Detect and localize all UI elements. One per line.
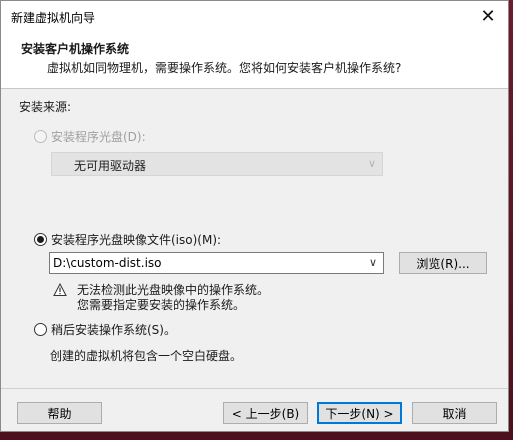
radio-install-later[interactable]: 稍后安装操作系统(S)。 bbox=[34, 321, 176, 338]
radio-install-disc: 安装程序光盘(D): bbox=[34, 128, 146, 145]
chevron-down-icon[interactable]: ∨ bbox=[369, 256, 377, 269]
radio-selected-dot bbox=[37, 236, 44, 243]
cancel-button[interactable]: 取消 bbox=[412, 402, 497, 424]
page-subtitle: 虚拟机如同物理机，需要操作系统。您将如何安装客户机操作系统? bbox=[47, 61, 402, 75]
iso-path-input[interactable] bbox=[53, 255, 353, 271]
install-later-note: 创建的虚拟机将包含一个空白硬盘。 bbox=[50, 349, 243, 363]
iso-warning: 无法检测此光盘映像中的操作系统。 您需要指定要安装的操作系统。 bbox=[53, 283, 269, 313]
radio-install-later-label: 稍后安装操作系统(S)。 bbox=[51, 323, 176, 337]
warning-line-2: 您需要指定要安装的操作系统。 bbox=[77, 298, 246, 312]
radio-install-iso[interactable]: 安装程序光盘映像文件(iso)(M): bbox=[34, 231, 221, 248]
radio-install-disc-label: 安装程序光盘(D): bbox=[51, 130, 146, 144]
install-source-label: 安装来源: bbox=[19, 100, 72, 114]
radio-circle bbox=[34, 130, 47, 143]
browse-button[interactable]: 浏览(R)... bbox=[399, 252, 487, 274]
wizard-header: 安装客户机操作系统 虚拟机如同物理机，需要操作系统。您将如何安装客户机操作系统? bbox=[1, 31, 508, 89]
radio-install-iso-label: 安装程序光盘映像文件(iso)(M): bbox=[51, 233, 222, 247]
back-button[interactable]: < 上一步(B) bbox=[223, 402, 308, 424]
warning-icon bbox=[53, 283, 67, 296]
chevron-down-icon: ∨ bbox=[367, 157, 376, 170]
new-vm-wizard-window: 新建虚拟机向导 ✕ 安装客户机操作系统 虚拟机如同物理机，需要操作系统。您将如何… bbox=[0, 0, 509, 432]
title-bar: 新建虚拟机向导 ✕ bbox=[1, 1, 508, 31]
close-icon[interactable]: ✕ bbox=[468, 1, 508, 31]
iso-path-combobox[interactable]: ∨ bbox=[49, 252, 384, 274]
next-button[interactable]: 下一步(N) > bbox=[317, 402, 402, 424]
disc-drive-value: 无可用驱动器 bbox=[74, 159, 147, 173]
radio-circle bbox=[34, 323, 47, 336]
radio-circle bbox=[34, 233, 47, 246]
help-button[interactable]: 帮助 bbox=[17, 402, 102, 424]
disc-drive-select: 无可用驱动器 ∨ bbox=[51, 152, 383, 176]
warning-line-1: 无法检测此光盘映像中的操作系统。 bbox=[77, 283, 270, 297]
window-title: 新建虚拟机向导 bbox=[11, 11, 96, 25]
footer-divider bbox=[1, 388, 508, 389]
page-title: 安装客户机操作系统 bbox=[21, 42, 130, 56]
